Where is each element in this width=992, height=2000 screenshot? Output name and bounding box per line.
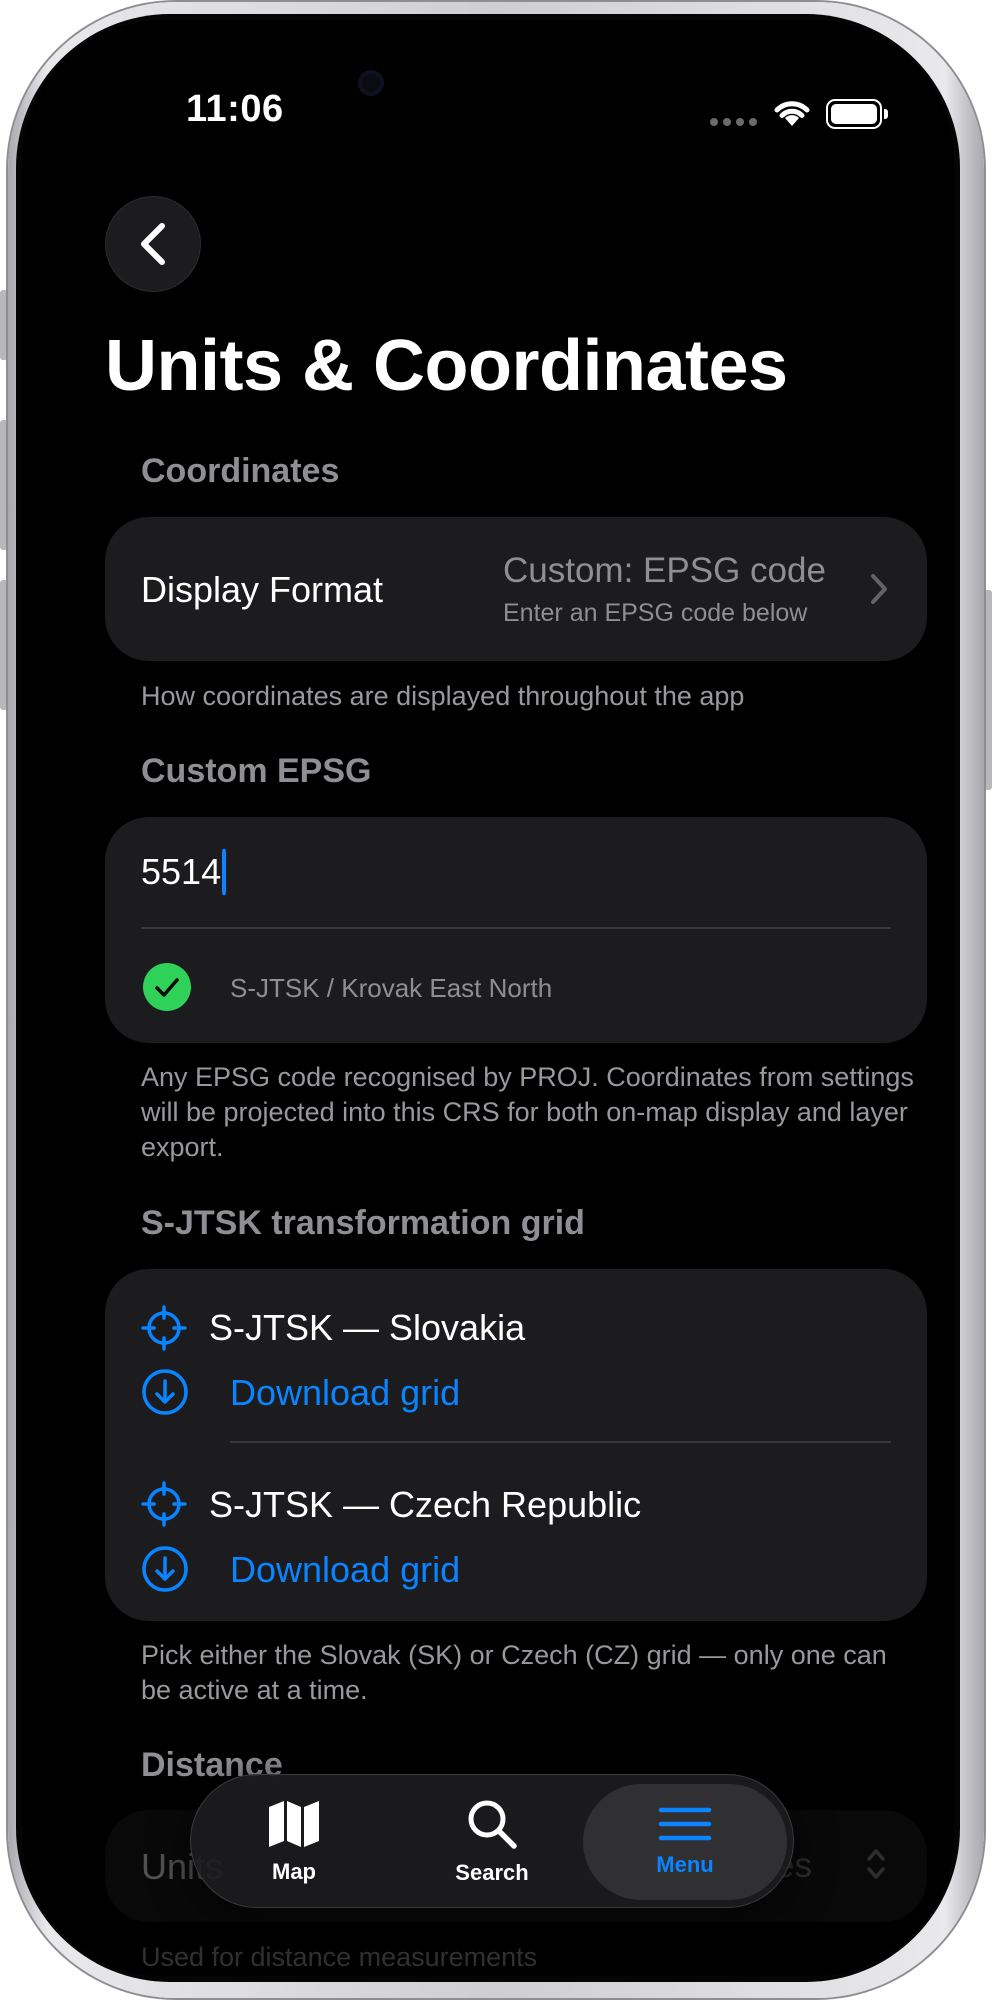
chevron-right-icon (871, 574, 887, 604)
epsg-validation-text: S-JTSK / Krovak East North (230, 973, 553, 1003)
wifi-icon (774, 101, 810, 126)
custom-epsg-section-header: Custom EPSG (141, 752, 372, 790)
download-circle-icon[interactable] (141, 1368, 189, 1416)
tab-bar: Map Search Menu (190, 1774, 794, 1908)
display-format-row[interactable]: Display Format Custom: EPSG code Enter a… (105, 517, 927, 661)
epsg-code-input-value: 5514 (141, 851, 222, 892)
front-camera (358, 70, 384, 96)
volume-up-button (0, 420, 8, 550)
coordinates-section-header: Coordinates (141, 452, 340, 490)
input-divider (141, 927, 891, 929)
display-format-label: Display Format (141, 569, 384, 610)
download-grid-czech-button[interactable]: Download grid (230, 1549, 460, 1591)
crosshair-icon (141, 1305, 187, 1351)
tab-menu-label: Menu (656, 1852, 714, 1877)
display-format-subtitle: Enter an EPSG code below (503, 599, 808, 627)
volume-down-button (0, 580, 8, 710)
transformation-grid-section-header: S-JTSK transformation grid (141, 1204, 585, 1242)
tab-map-label: Map (272, 1859, 316, 1884)
battery-icon (826, 99, 882, 129)
chevron-left-icon (141, 223, 165, 265)
transformation-grid-footnote: Pick either the Slovak (SK) or Czech (CZ… (141, 1640, 887, 1705)
back-button[interactable] (105, 196, 201, 292)
display-format-value: Custom: EPSG code (503, 551, 826, 590)
grid-item-name-slovakia: S-JTSK — Slovakia (209, 1307, 526, 1348)
crosshair-icon (141, 1481, 187, 1527)
chevron-up-down-icon (867, 1849, 885, 1879)
battery-cap (884, 109, 888, 119)
custom-epsg-card: 5514 S-JTSK / Krovak East North (105, 817, 927, 1043)
tab-search[interactable]: Search (409, 1775, 575, 1909)
tab-map[interactable]: Map (209, 1775, 379, 1909)
epsg-code-input[interactable]: 5514 (141, 847, 227, 897)
download-circle-icon[interactable] (141, 1545, 189, 1593)
coordinates-footnote: How coordinates are displayed throughout… (141, 681, 745, 711)
page-title: Units & Coordinates (105, 326, 788, 406)
map-icon (269, 1801, 319, 1847)
screen: 11:06 Units & Coordinates Coordinates Di… (22, 20, 954, 1976)
tab-search-label: Search (455, 1860, 529, 1885)
menu-icon (658, 1807, 712, 1841)
search-icon (468, 1800, 517, 1849)
text-cursor (222, 849, 227, 895)
grid-item-name-czech: S-JTSK — Czech Republic (209, 1484, 642, 1525)
action-button (0, 290, 8, 360)
download-grid-slovakia-button[interactable]: Download grid (230, 1372, 460, 1414)
checkmark-circle-icon (143, 963, 191, 1011)
tab-menu[interactable]: Menu (583, 1784, 787, 1900)
transformation-grid-card: S-JTSK — Slovakia Download grid S-JTSK —… (105, 1269, 927, 1621)
distance-footnote: Used for distance measurements (141, 1942, 538, 1972)
status-time: 11:06 (186, 88, 284, 130)
power-button (984, 590, 992, 790)
grid-divider (230, 1441, 891, 1443)
custom-epsg-footnote: Any EPSG code recognised by PROJ. Coordi… (141, 1062, 914, 1162)
cellular-signal-icon (710, 118, 757, 126)
